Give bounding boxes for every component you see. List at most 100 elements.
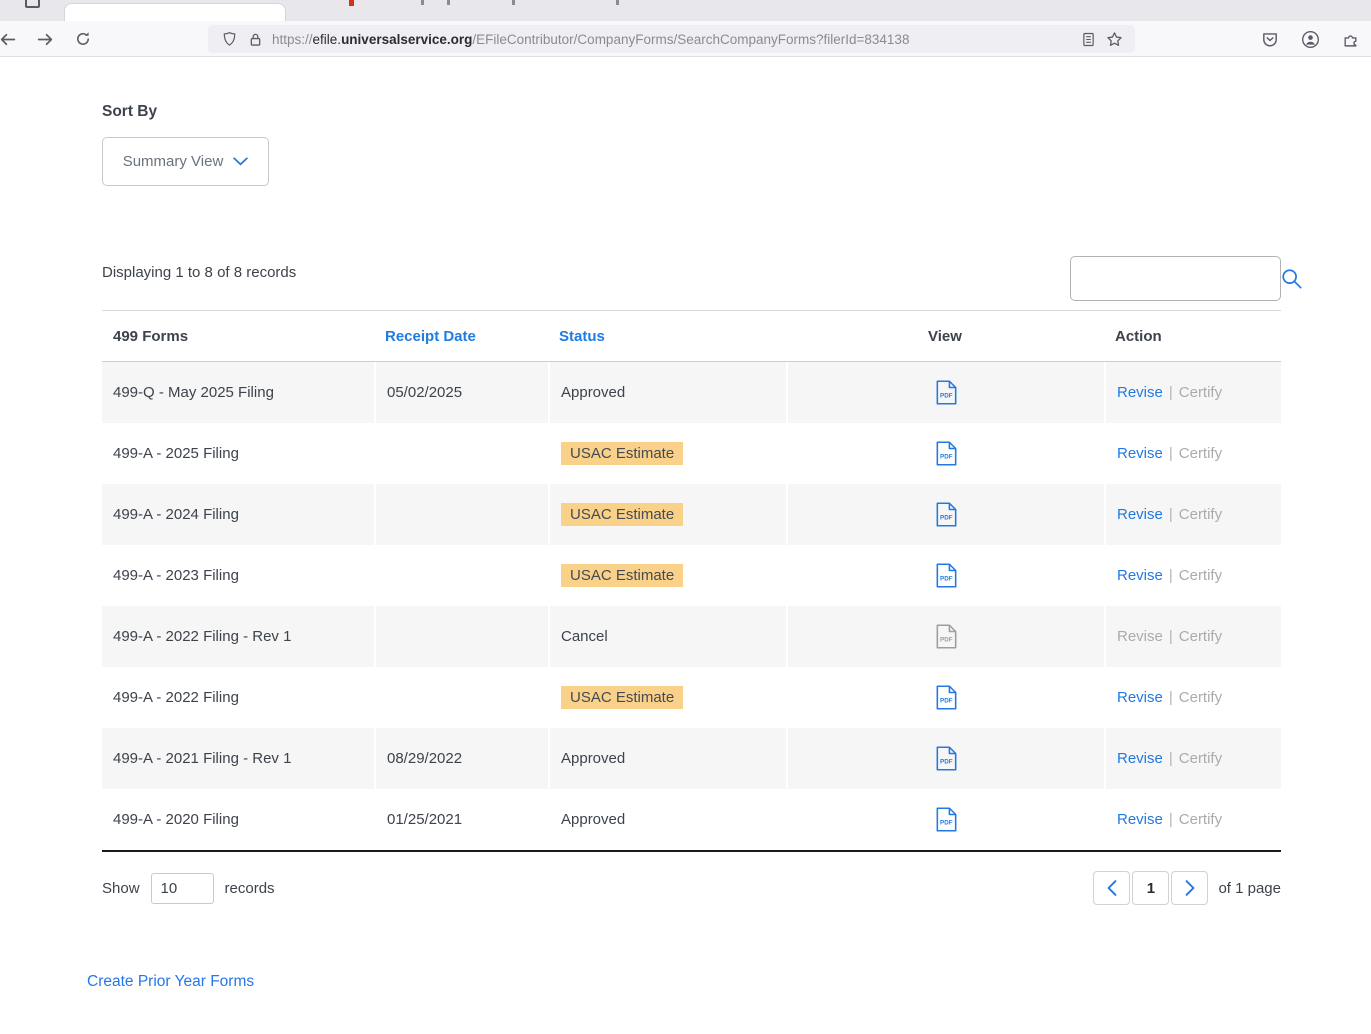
- table-row: 499-A - 2025 Filing USAC Estimate PDF Re…: [102, 423, 1281, 484]
- certify-link[interactable]: Certify: [1179, 750, 1222, 767]
- certify-link[interactable]: Certify: [1179, 445, 1222, 462]
- search-input[interactable]: [1081, 270, 1280, 287]
- url-scheme: https://: [272, 32, 313, 47]
- certify-link[interactable]: Certify: [1179, 506, 1222, 523]
- receipt-date: [374, 545, 548, 606]
- revise-link[interactable]: Revise: [1117, 384, 1163, 401]
- certify-link[interactable]: Certify: [1179, 689, 1222, 706]
- revise-link[interactable]: Revise: [1117, 506, 1163, 523]
- table-header-row: 499 Forms Receipt Date Status View Actio…: [102, 311, 1281, 362]
- back-button[interactable]: [0, 24, 22, 54]
- url-domain: universalservice.org: [341, 32, 472, 47]
- header-status[interactable]: Status: [548, 328, 786, 345]
- current-page-box[interactable]: 1: [1132, 871, 1169, 905]
- receipt-date: 08/29/2022: [374, 728, 548, 789]
- tab-title-fragment: [512, 0, 515, 5]
- extensions-puzzle-icon[interactable]: [1337, 26, 1363, 52]
- action-separator: |: [1169, 445, 1173, 462]
- form-name: 499-A - 2021 Filing - Rev 1: [102, 728, 374, 789]
- url-text: https://efile.universalservice.org/EFile…: [272, 32, 1075, 47]
- table-row: 499-Q - May 2025 Filing 05/02/2025 Appro…: [102, 362, 1281, 423]
- receipt-date: [374, 667, 548, 728]
- receipt-date: [374, 423, 548, 484]
- svg-text:PDF: PDF: [940, 637, 953, 644]
- pocket-badge-icon[interactable]: [1257, 26, 1283, 52]
- browser-toolbar: https://efile.universalservice.org/EFile…: [0, 21, 1371, 57]
- reader-mode-icon[interactable]: [1075, 27, 1101, 51]
- tracking-shield-icon[interactable]: [216, 27, 242, 51]
- prev-page-button[interactable]: [1093, 871, 1130, 905]
- svg-text:PDF: PDF: [940, 515, 953, 522]
- chevron-left-icon: [1106, 880, 1118, 896]
- pdf-icon[interactable]: PDF: [936, 685, 957, 710]
- form-name: 499-A - 2025 Filing: [102, 423, 374, 484]
- svg-text:PDF: PDF: [940, 393, 953, 400]
- revise-link[interactable]: Revise: [1117, 689, 1163, 706]
- status-text: Approved: [561, 750, 625, 767]
- tab-favicon-fragment: [349, 0, 354, 6]
- window-app-icon: [25, 0, 40, 8]
- account-icon[interactable]: [1297, 26, 1323, 52]
- svg-text:PDF: PDF: [940, 759, 953, 766]
- pdf-icon[interactable]: PDF: [936, 807, 957, 832]
- bookmark-star-icon[interactable]: [1101, 27, 1127, 51]
- pdf-icon[interactable]: PDF: [936, 502, 957, 527]
- table-search-box: [1070, 256, 1281, 301]
- action-separator: |: [1169, 689, 1173, 706]
- page-size-input[interactable]: [151, 873, 214, 904]
- pdf-icon[interactable]: PDF: [936, 441, 957, 466]
- form-name: 499-A - 2023 Filing: [102, 545, 374, 606]
- page-info: of 1 page: [1218, 880, 1281, 897]
- revise-link[interactable]: Revise: [1117, 445, 1163, 462]
- svg-text:PDF: PDF: [940, 576, 953, 583]
- status-badge: USAC Estimate: [561, 442, 683, 465]
- svg-text:PDF: PDF: [940, 820, 953, 827]
- header-receipt-date[interactable]: Receipt Date: [374, 328, 548, 345]
- browser-tab[interactable]: [64, 3, 286, 21]
- table-row: 499-A - 2021 Filing - Rev 1 08/29/2022 A…: [102, 728, 1281, 789]
- receipt-date: [374, 606, 548, 667]
- header-499-forms: 499 Forms: [102, 328, 374, 345]
- view-select-dropdown[interactable]: Summary View: [102, 137, 269, 186]
- revise-link[interactable]: Revise: [1117, 811, 1163, 828]
- certify-link[interactable]: Certify: [1179, 384, 1222, 401]
- forward-button[interactable]: [30, 24, 60, 54]
- reload-button[interactable]: [68, 24, 98, 54]
- pdf-icon[interactable]: PDF: [936, 563, 957, 588]
- status-text: Approved: [561, 384, 625, 401]
- table-row: 499-A - 2024 Filing USAC Estimate PDF Re…: [102, 484, 1281, 545]
- svg-text:PDF: PDF: [940, 454, 953, 461]
- pdf-icon[interactable]: PDF: [936, 746, 957, 771]
- pdf-icon[interactable]: PDF: [936, 380, 957, 405]
- search-icon[interactable]: [1280, 267, 1303, 290]
- tab-title-fragment: [421, 0, 424, 5]
- browser-chrome: https://efile.universalservice.org/EFile…: [0, 0, 1371, 57]
- tab-strip: [0, 0, 1371, 21]
- action-separator: |: [1169, 628, 1173, 645]
- certify-link: Certify: [1179, 628, 1222, 645]
- action-separator: |: [1169, 506, 1173, 523]
- status-badge: USAC Estimate: [561, 686, 683, 709]
- tab-title-fragment: [447, 0, 450, 5]
- next-page-button[interactable]: [1171, 871, 1208, 905]
- revise-link[interactable]: Revise: [1117, 750, 1163, 767]
- show-label: Show: [102, 880, 140, 897]
- status-badge: USAC Estimate: [561, 564, 683, 587]
- table-row: 499-A - 2022 Filing USAC Estimate PDF Re…: [102, 667, 1281, 728]
- action-separator: |: [1169, 750, 1173, 767]
- lock-icon[interactable]: [242, 27, 268, 51]
- revise-link: Revise: [1117, 628, 1163, 645]
- header-view: View: [786, 328, 1104, 345]
- table-row: 499-A - 2022 Filing - Rev 1 Cancel PDF R…: [102, 606, 1281, 667]
- svg-text:PDF: PDF: [940, 698, 953, 705]
- receipt-date: [374, 484, 548, 545]
- forms-table: 499 Forms Receipt Date Status View Actio…: [102, 310, 1281, 852]
- receipt-date: 01/25/2021: [374, 789, 548, 850]
- certify-link[interactable]: Certify: [1179, 567, 1222, 584]
- form-name: 499-Q - May 2025 Filing: [102, 362, 374, 423]
- certify-link[interactable]: Certify: [1179, 811, 1222, 828]
- revise-link[interactable]: Revise: [1117, 567, 1163, 584]
- url-bar[interactable]: https://efile.universalservice.org/EFile…: [208, 25, 1135, 53]
- create-prior-year-forms-link[interactable]: Create Prior Year Forms: [87, 973, 254, 991]
- action-separator: |: [1169, 811, 1173, 828]
